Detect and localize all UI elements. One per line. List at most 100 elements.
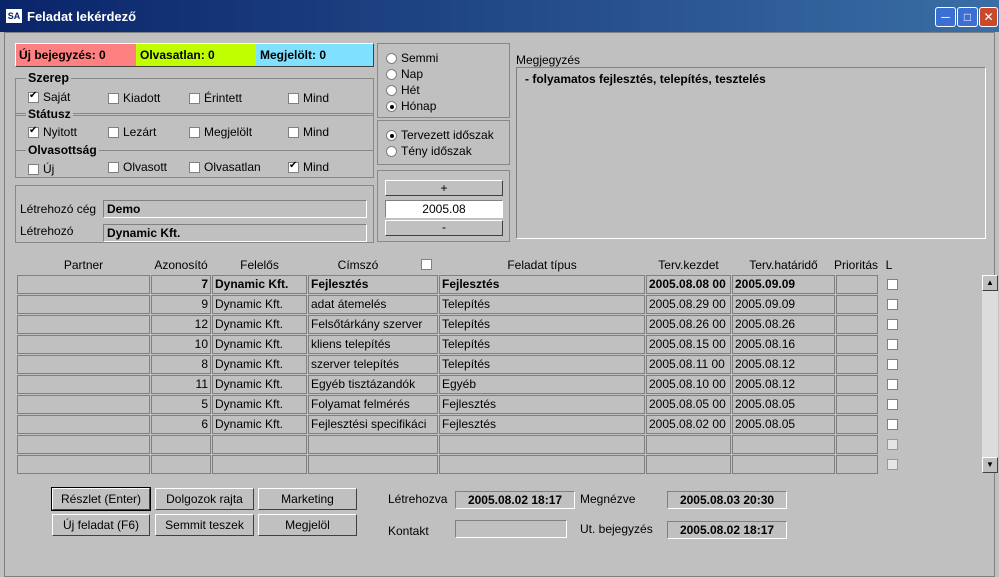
row-l-checkbox[interactable] bbox=[887, 319, 898, 330]
col-header-partner[interactable]: Partner bbox=[17, 258, 150, 272]
cell-priority[interactable] bbox=[836, 335, 878, 354]
cell-start[interactable]: 2005.08.08 00 bbox=[646, 275, 731, 294]
cell-start[interactable] bbox=[646, 455, 731, 474]
maximize-icon[interactable]: □ bbox=[957, 7, 978, 27]
close-icon[interactable]: ✕ bbox=[979, 7, 998, 27]
row-l-checkbox[interactable] bbox=[887, 279, 898, 290]
cell-partner[interactable] bbox=[17, 395, 150, 414]
cell-id[interactable]: 11 bbox=[151, 375, 211, 394]
note-area[interactable]: - folyamatos fejlesztés, telepítés, tesz… bbox=[516, 67, 986, 239]
contact-field[interactable] bbox=[455, 520, 567, 538]
cell-priority[interactable] bbox=[836, 355, 878, 374]
row-l-checkbox[interactable] bbox=[887, 439, 898, 450]
role-option-4-checkbox[interactable] bbox=[288, 93, 299, 105]
minimize-icon[interactable]: ─ bbox=[935, 7, 956, 27]
cell-priority[interactable] bbox=[836, 435, 878, 454]
cell-start[interactable]: 2005.08.11 00 bbox=[646, 355, 731, 374]
details-button[interactable]: Részlet (Enter) bbox=[51, 487, 151, 511]
flag-button[interactable]: Megjelöl bbox=[258, 514, 357, 536]
cell-deadline[interactable] bbox=[732, 435, 835, 454]
cell-partner[interactable] bbox=[17, 295, 150, 314]
col-header-deadline[interactable]: Terv.határidő bbox=[732, 258, 835, 272]
marketing-button[interactable]: Marketing bbox=[258, 488, 357, 510]
role-option-4[interactable]: Mind bbox=[288, 91, 329, 105]
new-entries-counter[interactable]: Új bejegyzés: 0 bbox=[16, 44, 136, 66]
cell-priority[interactable] bbox=[836, 415, 878, 434]
cell-owner[interactable]: Dynamic Kft. bbox=[212, 295, 307, 314]
creator-field[interactable]: Dynamic Kft. bbox=[103, 224, 367, 242]
read-option-3-checkbox[interactable] bbox=[189, 162, 200, 174]
role-option-2[interactable]: Kiadott bbox=[108, 91, 160, 105]
cell-title[interactable]: Fejlesztési specifikáci bbox=[308, 415, 438, 434]
cell-owner[interactable]: Dynamic Kft. bbox=[212, 415, 307, 434]
cell-title[interactable]: kliens telepítés bbox=[308, 335, 438, 354]
cell-start[interactable]: 2005.08.15 00 bbox=[646, 335, 731, 354]
cell-title[interactable]: Egyéb tisztázandók bbox=[308, 375, 438, 394]
cell-title[interactable]: adat átemelés bbox=[308, 295, 438, 314]
scroll-down-icon[interactable]: ▼ bbox=[982, 457, 998, 473]
cell-deadline[interactable]: 2005.08.26 bbox=[732, 315, 835, 334]
read-option-1-checkbox[interactable] bbox=[28, 164, 39, 176]
scroll-up-icon[interactable]: ▲ bbox=[982, 275, 998, 291]
cell-owner[interactable]: Dynamic Kft. bbox=[212, 355, 307, 374]
cell-owner[interactable]: Dynamic Kft. bbox=[212, 375, 307, 394]
cell-priority[interactable] bbox=[836, 295, 878, 314]
col-header-priority[interactable]: Prioritás bbox=[830, 258, 882, 272]
period-next-button[interactable]: + bbox=[385, 180, 503, 196]
read-option-4[interactable]: Mind bbox=[288, 160, 329, 174]
cell-type[interactable] bbox=[439, 435, 645, 454]
title-select-all-checkbox[interactable] bbox=[421, 259, 432, 271]
cell-type[interactable]: Telepítés bbox=[439, 335, 645, 354]
row-l-checkbox[interactable] bbox=[887, 419, 898, 430]
working-on-it-button[interactable]: Dolgozok rajta bbox=[155, 488, 254, 510]
read-option-1[interactable]: Új bbox=[28, 162, 54, 176]
cell-id[interactable]: 5 bbox=[151, 395, 211, 414]
cell-title[interactable]: Folyamat felmérés bbox=[308, 395, 438, 414]
status-option-4-checkbox[interactable] bbox=[288, 127, 299, 139]
cell-type[interactable]: Telepítés bbox=[439, 355, 645, 374]
read-option-3[interactable]: Olvasatlan bbox=[189, 160, 261, 174]
row-l-checkbox[interactable] bbox=[887, 459, 898, 470]
cell-start[interactable]: 2005.08.29 00 bbox=[646, 295, 731, 314]
status-option-2[interactable]: Lezárt bbox=[108, 125, 156, 139]
cell-id[interactable]: 12 bbox=[151, 315, 211, 334]
status-option-2-checkbox[interactable] bbox=[108, 127, 119, 139]
cell-owner[interactable]: Dynamic Kft. bbox=[212, 275, 307, 294]
cell-start[interactable] bbox=[646, 435, 731, 454]
cell-id[interactable]: 9 bbox=[151, 295, 211, 314]
cell-deadline[interactable]: 2005.08.12 bbox=[732, 375, 835, 394]
col-header-id[interactable]: Azonosító bbox=[151, 258, 211, 272]
cell-deadline[interactable]: 2005.08.05 bbox=[732, 395, 835, 414]
row-l-checkbox[interactable] bbox=[887, 299, 898, 310]
flagged-counter[interactable]: Megjelölt: 0 bbox=[256, 44, 373, 66]
status-option-3[interactable]: Megjelölt bbox=[189, 125, 252, 139]
cell-title[interactable]: Felsőtárkány szerver bbox=[308, 315, 438, 334]
role-option-3-checkbox[interactable] bbox=[189, 93, 200, 105]
cell-type[interactable]: Telepítés bbox=[439, 315, 645, 334]
cell-deadline[interactable] bbox=[732, 455, 835, 474]
row-l-checkbox[interactable] bbox=[887, 339, 898, 350]
period-prev-button[interactable]: - bbox=[385, 220, 503, 236]
cell-title[interactable] bbox=[308, 435, 438, 454]
cell-type[interactable]: Fejlesztés bbox=[439, 275, 645, 294]
cell-title[interactable]: szerver telepítés bbox=[308, 355, 438, 374]
role-option-1[interactable]: Saját bbox=[28, 90, 70, 104]
cell-type[interactable] bbox=[439, 455, 645, 474]
status-option-3-checkbox[interactable] bbox=[189, 127, 200, 139]
cell-type[interactable]: Fejlesztés bbox=[439, 395, 645, 414]
cell-start[interactable]: 2005.08.10 00 bbox=[646, 375, 731, 394]
cell-owner[interactable] bbox=[212, 455, 307, 474]
cell-id[interactable]: 10 bbox=[151, 335, 211, 354]
new-task-button[interactable]: Új feladat (F6) bbox=[52, 514, 150, 536]
col-header-owner[interactable]: Felelős bbox=[212, 258, 307, 272]
read-option-2-checkbox[interactable] bbox=[108, 162, 119, 174]
cell-type[interactable]: Fejlesztés bbox=[439, 415, 645, 434]
cell-type[interactable]: Egyéb bbox=[439, 375, 645, 394]
cell-title[interactable]: Fejlesztés bbox=[308, 275, 438, 294]
cell-deadline[interactable]: 2005.09.09 bbox=[732, 295, 835, 314]
cell-owner[interactable]: Dynamic Kft. bbox=[212, 315, 307, 334]
cell-owner[interactable] bbox=[212, 435, 307, 454]
cell-start[interactable]: 2005.08.26 00 bbox=[646, 315, 731, 334]
cell-id[interactable] bbox=[151, 435, 211, 454]
read-option-2[interactable]: Olvasott bbox=[108, 160, 167, 174]
